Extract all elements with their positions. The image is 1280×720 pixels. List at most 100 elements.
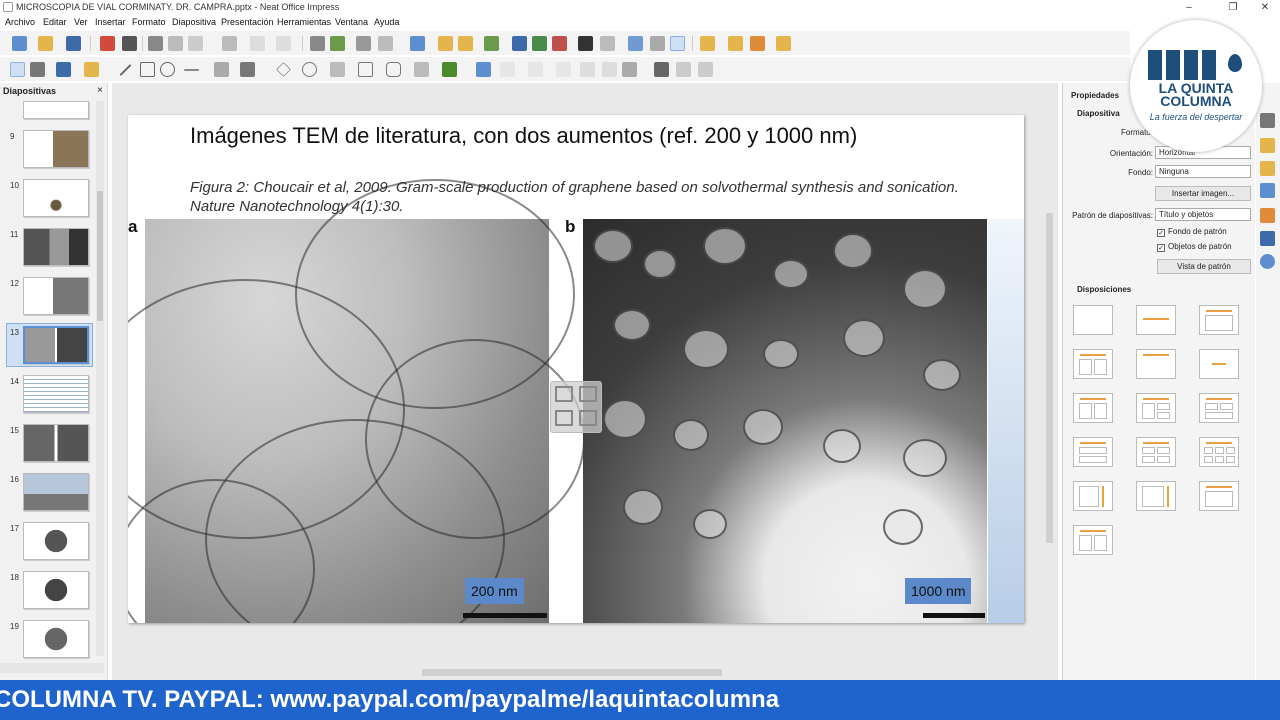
slide-thumbnail-18[interactable]: 18 [0,571,100,617]
background-select[interactable]: Ninguna [1155,165,1251,178]
slide-thumbnail-12[interactable]: 12 [0,277,100,323]
paste-icon[interactable] [188,36,203,51]
slide-title[interactable]: Imágenes TEM de literatura, con dos aume… [190,123,857,149]
open-folder-icon[interactable] [38,36,53,51]
undo-icon[interactable] [250,36,265,51]
folder-icon[interactable] [728,36,743,51]
master-slide-select[interactable]: Título y objetos [1155,208,1251,221]
layout-title-content[interactable] [1199,305,1239,335]
layout-vertical-title-text[interactable] [1136,481,1176,511]
connector-icon[interactable] [240,62,255,77]
layout-title-two-content[interactable] [1073,349,1113,379]
slide-canvas[interactable]: Imágenes TEM de literatura, con dos aume… [128,115,1024,623]
shadow-icon[interactable] [580,62,595,77]
gallery-icon[interactable] [750,36,765,51]
tem-image-200nm[interactable]: 200 nm [128,179,585,623]
find-replace-icon[interactable] [310,36,325,51]
slides-panel-hscrollbar[interactable] [0,663,104,673]
clone-formatting-icon[interactable] [222,36,237,51]
master-objects-checkbox[interactable]: ✓ Objetos de patrón [1157,242,1232,252]
menu-ver[interactable]: Ver [74,17,88,27]
start-current-slide-icon[interactable] [458,36,473,51]
slide-thumbnail-16[interactable]: 16 [0,473,100,519]
layout-title-only[interactable] [1136,305,1176,335]
fontwork-icon[interactable] [628,36,643,51]
rotate-icon[interactable] [476,62,491,77]
fill-color-icon[interactable] [84,62,99,77]
spelling-icon[interactable] [330,36,345,51]
menu-editar[interactable]: Editar [43,17,67,27]
3d-objects-icon[interactable] [442,62,457,77]
slide-transition-deck-icon[interactable] [1260,138,1275,153]
stars-icon[interactable] [414,62,429,77]
export-icon[interactable] [700,36,715,51]
layout-title-content-2content[interactable] [1136,393,1176,423]
points-icon[interactable] [654,62,669,77]
properties-deck-icon[interactable] [1260,113,1275,128]
select-arrow-icon[interactable] [10,62,25,77]
slide-thumbnail-14[interactable]: 14 [0,375,100,421]
new-document-icon[interactable] [12,36,27,51]
workspace-hscrollbar[interactable] [112,668,1054,678]
distribute-icon[interactable] [556,62,571,77]
layout-title-2content-over-content[interactable] [1199,393,1239,423]
insert-image-icon[interactable] [512,36,527,51]
layout-title-slide[interactable] [1136,349,1176,379]
gallery-deck-icon[interactable] [1260,231,1275,246]
slides-panel-scrollbar[interactable] [96,101,104,656]
align-icon[interactable] [500,62,515,77]
slide-thumbnail-19[interactable]: 19 [0,620,100,666]
insert-textbox-icon[interactable] [578,36,593,51]
master-slides-deck-icon[interactable] [1260,183,1275,198]
layout-title-content-over-content[interactable] [1073,437,1113,467]
export-pdf-icon[interactable] [100,36,115,51]
insert-media-icon[interactable] [552,36,567,51]
insert-table-icon[interactable] [484,36,499,51]
navigator-icon[interactable] [776,36,791,51]
ellipse-icon[interactable] [160,62,175,77]
curve-icon[interactable] [214,62,229,77]
slide-thumbnail-17[interactable]: 17 [0,522,100,568]
layout-title-4content[interactable] [1136,437,1176,467]
styles-deck-icon[interactable] [1260,208,1275,223]
slide-thumbnail-13[interactable]: 13 [0,323,100,372]
slide-thumbnail-11[interactable]: 11 [0,228,100,274]
master-view-button[interactable]: Vista de patrón [1157,259,1251,274]
maximize-button[interactable]: ❐ [1220,1,1246,14]
cut-icon[interactable] [148,36,163,51]
menu-ayuda[interactable]: Ayuda [374,17,399,27]
callouts-icon[interactable] [386,62,401,77]
flowchart-icon[interactable] [358,62,373,77]
master-background-checkbox[interactable]: ✓ Fondo de patrón [1157,227,1227,237]
save-icon[interactable] [66,36,81,51]
layout-centered-text[interactable] [1199,349,1239,379]
redo-icon[interactable] [276,36,291,51]
rectangle-icon[interactable] [140,62,155,77]
menu-insertar[interactable]: Insertar [95,17,126,27]
menu-diapositiva[interactable]: Diapositiva [172,17,216,27]
layout-blank[interactable] [1073,305,1113,335]
section-layouts[interactable]: Disposiciones [1077,285,1131,294]
filter-icon[interactable] [622,62,637,77]
menu-presentacion[interactable]: Presentación [221,17,274,27]
layout-title-6content[interactable] [1199,437,1239,467]
basic-shapes-icon[interactable] [276,62,291,77]
line-icon[interactable] [119,63,132,77]
figure-caption[interactable]: Figura 2: Choucair et al, 2009. Gram-sca… [190,178,990,216]
close-panel-icon[interactable]: × [97,85,103,96]
slide-thumbnail-15[interactable]: 15 [0,424,100,470]
draw-functions-icon[interactable] [670,36,685,51]
menu-archivo[interactable]: Archivo [5,17,35,27]
slide-thumbnail-9[interactable]: 9 [0,130,100,176]
text-icon[interactable] [56,62,71,77]
menu-herramientas[interactable]: Herramientas [277,17,331,27]
symbol-shapes-icon[interactable] [302,62,317,77]
insert-video-placeholder-icon[interactable] [579,410,597,426]
minimize-button[interactable]: – [1176,1,1202,14]
display-views-icon[interactable] [378,36,393,51]
insert-image-placeholder-icon[interactable] [555,410,573,426]
block-arrows-icon[interactable] [330,62,345,77]
animation-deck-icon[interactable] [1260,161,1275,176]
glue-points-icon[interactable] [676,62,691,77]
slide-thumbnail-10[interactable]: 10 [0,179,100,225]
